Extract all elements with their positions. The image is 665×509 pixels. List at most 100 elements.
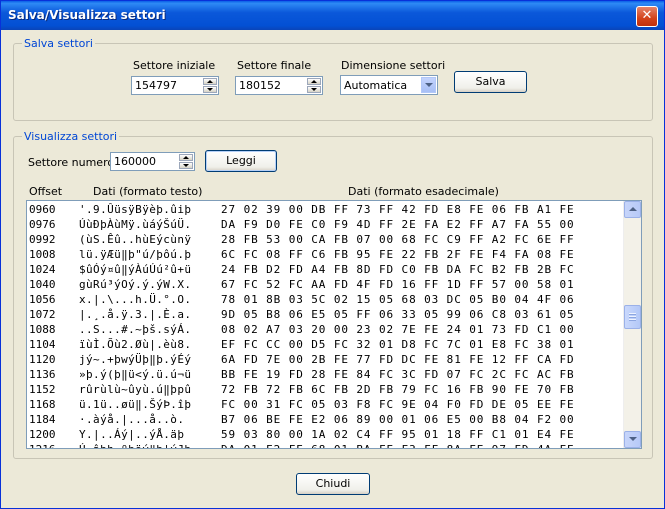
- hex-cell: BB FE 19 FD 28 FE 84 FC 3C FD 07 FC 2C F…: [221, 368, 575, 381]
- end-sector-value: 180152: [239, 79, 281, 92]
- hex-cell: 6A FD 7E 00 2B FE 77 FD DC FE 81 FE 12 F…: [221, 353, 575, 366]
- sector-number-value: 160000: [114, 155, 156, 168]
- start-sector-down-button[interactable]: [203, 86, 217, 93]
- hex-cell: 67 FC 52 FC AA FD 4F FD 16 FF 1D FF 57 0…: [221, 278, 575, 291]
- text-cell: jý~.+þwýÜþ‖þ.ýÉý: [79, 353, 192, 366]
- start-sector-stepper[interactable]: 154797: [131, 76, 219, 95]
- offset-cell: 1200: [29, 428, 56, 441]
- offset-cell: 1136: [29, 368, 56, 381]
- text-cell: ·.àýå.|...å..ò.: [79, 413, 185, 426]
- end-sector-stepper[interactable]: 180152: [235, 76, 323, 95]
- offset-cell: 1120: [29, 353, 56, 366]
- sector-size-label: Dimensione settori: [341, 59, 446, 72]
- text-cell: rûrùlù~ûyù.ú‖þpû: [79, 383, 192, 396]
- hex-cell: B7 06 BE FE E2 06 89 00 01 06 E5 00 B8 0…: [221, 413, 575, 426]
- close-window-button[interactable]: ✕: [636, 6, 658, 27]
- end-sector-up-button[interactable]: [307, 78, 321, 85]
- text-cell: x.|.\...h.Ü.°.O.: [79, 293, 192, 306]
- start-sector-up-button[interactable]: [203, 78, 217, 85]
- save-sectors-group: [13, 43, 653, 121]
- sector-number-stepper[interactable]: 160000: [110, 152, 195, 171]
- arrow-down-icon: [311, 88, 317, 91]
- sector-number-label: Settore numero:: [28, 156, 118, 169]
- hex-cell: 6C FC 08 FF C6 FB 95 FE 22 FB 2F FE F4 F…: [221, 248, 575, 261]
- offset-cell: 1184: [29, 413, 56, 426]
- vertical-scrollbar[interactable]: [623, 201, 641, 448]
- offset-cell: 0992: [29, 233, 56, 246]
- hex-column-header: Dati (formato esadecimale): [348, 185, 499, 198]
- hex-cell: DA 01 E2 FE 68 01 BA FE F3 FF 8A FE 97 F…: [221, 442, 575, 448]
- dialog-window: Salva/Visualizza settori ✕ Salva settori…: [0, 0, 665, 509]
- text-cell: Ú.âþh.ºþöý‖þ|ýJþ: [79, 442, 191, 448]
- offset-cell: 1056: [29, 293, 56, 306]
- chevron-down-icon: [425, 83, 433, 87]
- text-cell: ..S...#.~þš.sýÁ.: [79, 323, 192, 336]
- arrow-down-icon: [207, 88, 213, 91]
- hex-cell: 59 03 80 00 1A 02 C4 FF 95 01 18 FF C1 0…: [221, 428, 575, 441]
- text-cell: lü.ÿÆü‖þ"ú/þôú.þ: [79, 248, 192, 261]
- arrow-up-icon: [183, 156, 189, 159]
- hex-cell: 28 FB 53 00 CA FB 07 00 68 FC C9 FF A2 F…: [221, 233, 575, 246]
- text-cell: ü.1ü..øü‖.ŠýÞ.îþ: [79, 398, 192, 411]
- hex-cell: 24 FB D2 FD A4 FB 8D FD C0 FB DA FC B2 F…: [221, 263, 575, 276]
- hex-cell: 27 02 39 00 DB FF 73 FF 42 FD E8 FE 06 F…: [221, 203, 575, 216]
- offset-cell: 1072: [29, 308, 56, 321]
- text-cell: ÚùÐþÀùMÿ.ùáýŠúÜ.: [79, 218, 192, 231]
- hex-cell: EF FC CC 00 D5 FC 32 01 D8 FC 7C 01 E8 F…: [221, 338, 575, 351]
- close-button[interactable]: Chiudi: [296, 473, 370, 495]
- offset-cell: 1216: [29, 442, 56, 448]
- end-sector-label: Settore finale: [237, 59, 312, 72]
- start-sector-value: 154797: [135, 79, 177, 92]
- hex-cell: 08 02 A7 03 20 00 23 02 7E FE 24 01 73 F…: [221, 323, 575, 336]
- arrow-up-icon: [207, 80, 213, 83]
- text-cell: gùRú³ýOý.ý.ýW.X.: [79, 278, 192, 291]
- save-button[interactable]: Salva: [454, 71, 527, 93]
- hex-cell: 78 01 8B 03 5C 02 15 05 68 03 DC 05 B0 0…: [221, 293, 575, 306]
- offset-cell: 1088: [29, 323, 56, 336]
- sector-number-up-button[interactable]: [179, 154, 193, 161]
- window-title: Salva/Visualizza settori: [8, 8, 166, 22]
- text-cell: $ûÓý¤û‖ýÀúÚú²û+ü: [79, 263, 192, 276]
- grip-line: [629, 319, 636, 321]
- arrow-down-icon: [629, 437, 637, 441]
- scroll-up-button[interactable]: [624, 201, 641, 218]
- start-sector-label: Settore iniziale: [133, 59, 216, 72]
- save-sectors-legend: Salva settori: [22, 37, 95, 50]
- hex-cell: 9D 05 B8 06 E5 05 FF 06 33 05 99 06 C8 0…: [221, 308, 575, 321]
- text-cell: Y.|..Áý|..ýÅ.äþ: [79, 428, 185, 441]
- offset-cell: 0976: [29, 218, 56, 231]
- sector-size-value: Automatica: [344, 79, 408, 92]
- text-cell: »þ.ý(þ‖ü<ý.ü.ú¬ü: [79, 368, 192, 381]
- offset-cell: 1168: [29, 398, 56, 411]
- hex-cell: FC 00 31 FC 05 03 F8 FC 9E 04 F0 FD DE 0…: [221, 398, 575, 411]
- offset-cell: 1024: [29, 263, 56, 276]
- grip-line: [629, 316, 636, 318]
- arrow-down-icon: [183, 164, 189, 167]
- hex-cell: 72 FB 72 FB 6C FB 2D FB 79 FC 16 FB 90 F…: [221, 383, 575, 396]
- offset-cell: 1008: [29, 248, 56, 261]
- dropdown-button[interactable]: [421, 77, 436, 93]
- arrow-up-icon: [629, 207, 637, 211]
- offset-cell: 1152: [29, 383, 56, 396]
- arrow-up-icon: [311, 80, 317, 83]
- text-cell: |.¸.å.ÿ.3.|.È.a.: [79, 308, 192, 321]
- text-cell: (ùS.Êû..hùEýcùnÿ: [79, 233, 192, 246]
- view-sectors-legend: Visualizza settori: [22, 130, 120, 143]
- offset-cell: 1104: [29, 338, 56, 351]
- offset-column-header: Offset: [29, 185, 63, 198]
- sector-data-list[interactable]: 0960 '.9.ÛüsÿBÿèþ.ûiþ 27 02 39 00 DB FF 73…: [26, 200, 642, 449]
- text-cell: ïùÌ.Õù2.Øù|.èù8.: [79, 338, 192, 351]
- sector-size-select[interactable]: Automatica: [340, 75, 438, 95]
- scroll-down-button[interactable]: [624, 431, 641, 448]
- end-sector-down-button[interactable]: [307, 86, 321, 93]
- close-icon: ✕: [641, 8, 653, 23]
- text-cell: '.9.ÛüsÿBÿèþ.ûiþ: [79, 203, 192, 216]
- hex-cell: DA F9 D0 FE C0 F9 4D FF 2E FA E2 FF A7 F…: [221, 218, 575, 231]
- text-column-header: Dati (formato testo): [93, 185, 203, 198]
- title-bar[interactable]: Salva/Visualizza settori ✕: [1, 1, 664, 30]
- grip-line: [629, 313, 636, 315]
- offset-cell: 0960: [29, 203, 56, 216]
- scroll-thumb[interactable]: [624, 305, 641, 329]
- sector-number-down-button[interactable]: [179, 162, 193, 169]
- read-button[interactable]: Leggi: [205, 150, 277, 172]
